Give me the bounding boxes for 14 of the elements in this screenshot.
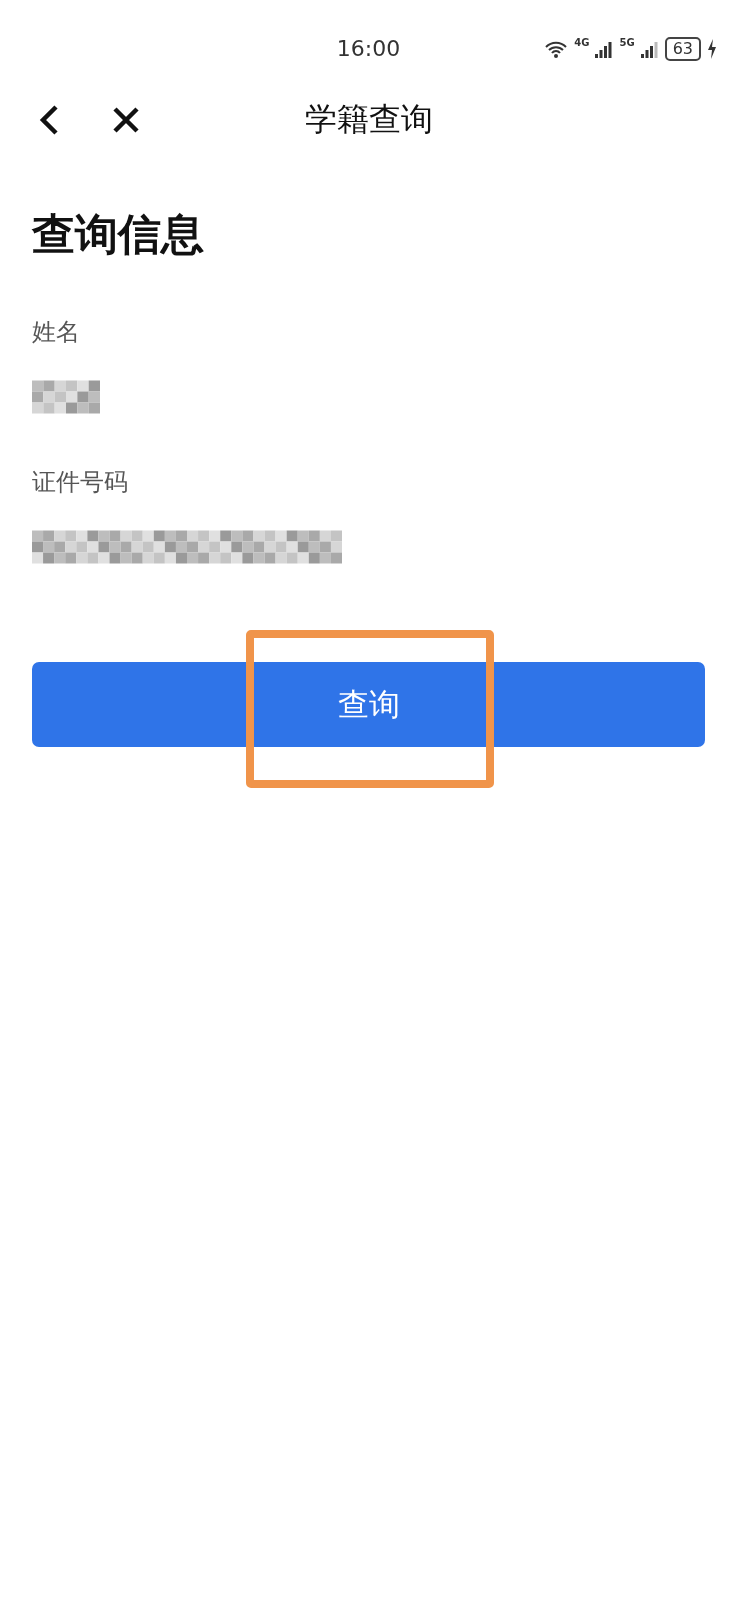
blurred-value-drawing: [32, 380, 100, 414]
charging-bolt-icon: [707, 39, 717, 59]
battery-level: 63: [664, 37, 701, 61]
page-title: 学籍查询: [303, 99, 434, 140]
field-label: 姓名: [32, 317, 81, 348]
network-label: 5G: [619, 37, 635, 48]
signal-icon: [640, 40, 659, 58]
network-label: 4G: [574, 37, 590, 48]
wifi-icon: [544, 40, 569, 58]
section-heading: 查询信息: [32, 208, 205, 261]
field-label: 证件号码: [32, 467, 129, 498]
status-time: 16:00: [335, 36, 402, 61]
signal-icon: [595, 40, 614, 58]
query-button[interactable]: 查询: [32, 662, 705, 747]
